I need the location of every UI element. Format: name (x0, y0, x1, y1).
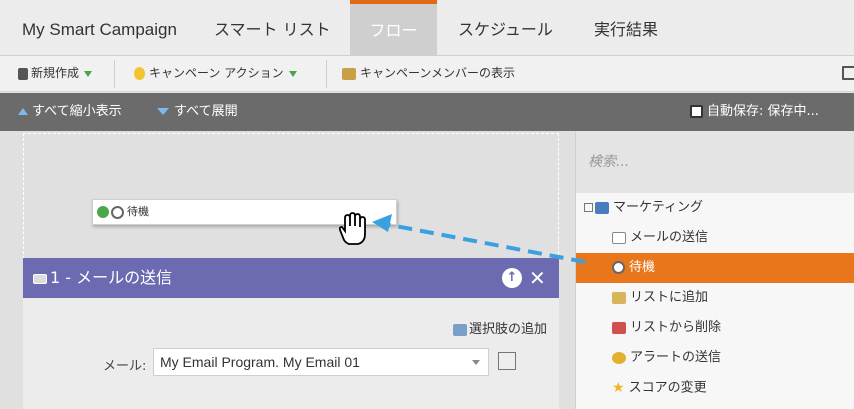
tree-item-label: スコアの変更 (628, 380, 707, 396)
dragged-wait-label: 待機 (127, 205, 149, 218)
search-input[interactable]: 検索... (576, 131, 854, 193)
drop-zone[interactable] (23, 133, 559, 259)
chevron-down-icon (472, 360, 480, 365)
save-icon (690, 105, 703, 118)
tab-bar: My Smart Campaign スマート リスト フロー スケジュール 実行… (0, 0, 854, 56)
tree-item-add-to-list[interactable]: リストに追加 (576, 283, 854, 313)
expand-all-label: すべて展開 (174, 104, 238, 119)
people-icon (342, 67, 356, 80)
preview-icon[interactable] (498, 352, 516, 370)
list-add-icon (612, 291, 626, 304)
add-choice-label: 選択肢の追加 (468, 322, 547, 337)
close-icon[interactable]: ✕ (529, 258, 546, 298)
dragged-wait-step[interactable]: 待機 (92, 199, 397, 225)
tree-item-change-score[interactable]: ★ スコアの変更 (576, 373, 854, 403)
collapse-all-label: すべて縮小表示 (32, 104, 122, 119)
list-remove-icon (612, 321, 626, 334)
email-select-value: My Email Program. My Email 01 (160, 354, 360, 370)
tree-item-send-alert[interactable]: アラートの送信 (576, 343, 854, 373)
campaign-actions-label: キャンペーン アクション (149, 66, 284, 80)
tab-flow[interactable]: フロー (350, 0, 437, 56)
tree-item-label: リストに追加 (630, 290, 709, 305)
chevron-down-icon (84, 70, 93, 77)
add-choice-button[interactable]: 選択肢の追加 (452, 318, 547, 337)
tab-campaign-name[interactable]: My Smart Campaign (22, 0, 177, 56)
move-up-button[interactable]: ↑ (502, 268, 522, 288)
flow-actions-panel: 検索... マーケティング メールの送信 待機 リストに追加 リストから削除 ア… (575, 131, 854, 409)
new-document-icon (18, 67, 28, 80)
tab-smart-list[interactable]: スマート リスト (214, 0, 331, 56)
star-icon: ★ (612, 380, 625, 396)
tree-item-label: アラートの送信 (630, 350, 722, 365)
tree-item-label: メールの送信 (630, 230, 709, 245)
marketing-icon (595, 201, 609, 214)
new-menu-button[interactable]: 新規作成 (18, 56, 93, 92)
tab-results[interactable]: 実行結果 (594, 0, 658, 56)
toolbar-divider (326, 60, 327, 88)
email-field-label: メール: (103, 359, 147, 374)
tab-schedule[interactable]: スケジュール (458, 0, 553, 56)
chevron-down-icon (288, 70, 297, 77)
triangle-down-icon (157, 108, 169, 115)
autosave-status: 自動保存: 保存中... (690, 93, 819, 131)
minus-box-icon (584, 203, 593, 212)
clock-icon (612, 261, 625, 274)
add-choice-icon (452, 323, 467, 336)
check-icon (97, 206, 109, 218)
tree-item-remove-from-list[interactable]: リストから削除 (576, 313, 854, 343)
campaign-actions-button[interactable]: キャンペーン アクション (134, 56, 297, 92)
tree-item-send-email[interactable]: メールの送信 (576, 223, 854, 253)
view-members-label: キャンペーンメンバーの表示 (360, 66, 516, 80)
new-menu-label: 新規作成 (31, 66, 80, 80)
email-icon (33, 273, 47, 284)
step-title: 1 - メールの送信 (50, 268, 173, 287)
step-header[interactable]: 1 - メールの送信 ↑ ✕ (23, 258, 559, 298)
flow-subbar: すべて縮小表示 すべて展開 自動保存: 保存中... (0, 93, 854, 131)
toolbar-divider (114, 60, 115, 88)
lightbulb-icon (134, 67, 145, 80)
app-root: My Smart Campaign スマート リスト フロー スケジュール 実行… (0, 0, 854, 409)
tree-item-wait[interactable]: 待機 (576, 253, 854, 283)
tree-group-marketing[interactable]: マーケティング (576, 193, 854, 223)
tree-item-label: 待機 (629, 260, 656, 275)
view-members-button[interactable]: キャンペーンメンバーの表示 (342, 56, 515, 92)
expand-all-button[interactable]: すべて展開 (157, 93, 238, 131)
flow-canvas[interactable]: 待機 1 - メールの送信 ↑ ✕ 選択肢の追加 メール: My Email P… (0, 131, 575, 409)
tree-item-label: リストから削除 (630, 320, 722, 335)
clock-icon (111, 205, 124, 219)
toolbar: 新規作成 キャンペーン アクション キャンペーンメンバーの表示 (0, 56, 854, 92)
alert-icon (612, 351, 626, 364)
triangle-up-icon (18, 108, 28, 115)
collapse-all-button[interactable]: すべて縮小表示 (18, 93, 122, 131)
tree-group-label: マーケティング (613, 200, 703, 215)
autosave-label: 自動保存: 保存中... (707, 104, 819, 119)
email-select[interactable]: My Email Program. My Email 01 (153, 348, 489, 376)
step-body: 選択肢の追加 メール: My Email Program. My Email 0… (23, 298, 559, 409)
window-icon[interactable] (842, 66, 854, 80)
email-icon (612, 231, 626, 244)
